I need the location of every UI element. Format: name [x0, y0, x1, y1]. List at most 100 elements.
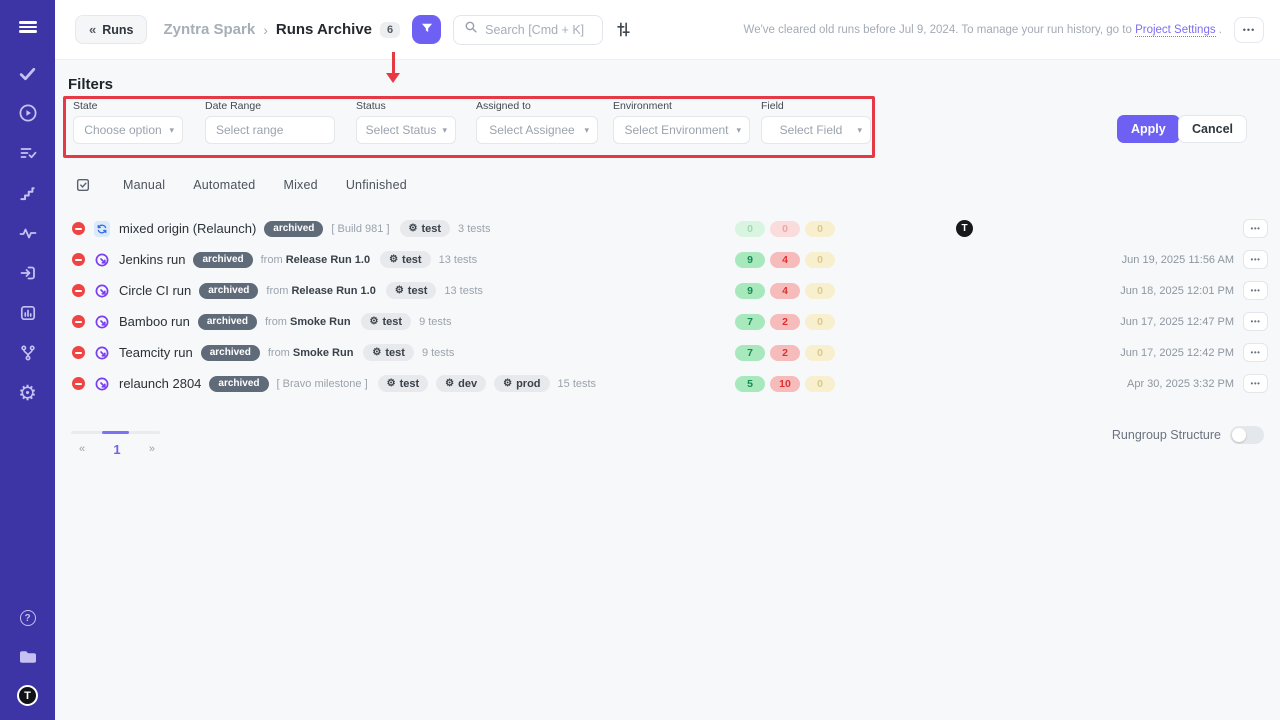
- run-meta: [ Build 981 ]: [331, 223, 389, 235]
- fail-count-pill: 10: [770, 376, 800, 392]
- analytics-chart-icon[interactable]: [17, 302, 39, 324]
- env-tag-pill[interactable]: ⚙test: [400, 220, 451, 237]
- remove-run-icon[interactable]: [72, 377, 85, 390]
- project-settings-link[interactable]: Project Settings: [1135, 24, 1216, 37]
- runs-play-icon[interactable]: [17, 102, 39, 124]
- filter-toggle-button[interactable]: [412, 15, 441, 44]
- apply-button[interactable]: Apply: [1117, 115, 1180, 143]
- view-settings-sliders-icon[interactable]: [615, 21, 632, 38]
- archived-badge: archived: [209, 376, 268, 392]
- pagination-scroll-thumb[interactable]: [102, 431, 129, 435]
- environment-select[interactable]: Select Environment ▾: [613, 116, 750, 144]
- run-row: Jenkins runarchivedfrom Release Run 1.0⚙…: [55, 244, 1280, 275]
- row-menu-button[interactable]: •••: [1243, 312, 1268, 331]
- run-name[interactable]: Bamboo run: [119, 314, 190, 329]
- env-tag-pill[interactable]: ⚙prod: [494, 375, 549, 392]
- date-range-input[interactable]: [205, 116, 335, 144]
- row-menu-button[interactable]: •••: [1243, 281, 1268, 300]
- gear-icon: ⚙: [370, 317, 379, 327]
- skip-count-pill: 0: [805, 345, 835, 361]
- search-input[interactable]: [485, 23, 592, 37]
- remove-run-icon[interactable]: [72, 253, 85, 266]
- tab-automated[interactable]: Automated: [193, 178, 255, 192]
- run-meta: [ Bravo milestone ]: [277, 378, 368, 390]
- remove-run-icon[interactable]: [72, 346, 85, 359]
- branch-icon[interactable]: [17, 342, 39, 364]
- env-tag-pill[interactable]: ⚙test: [380, 251, 431, 268]
- page-prev-button[interactable]: «: [79, 443, 85, 455]
- breadcrumb-project[interactable]: Zyntra Spark: [163, 21, 255, 38]
- milestones-steps-icon[interactable]: [17, 182, 39, 204]
- run-name[interactable]: mixed origin (Relaunch): [119, 221, 256, 236]
- test-plan-icon[interactable]: [17, 142, 39, 164]
- settings-gear-icon[interactable]: ⚙: [17, 382, 39, 404]
- gear-icon: ⚙: [395, 286, 404, 296]
- skip-count-pill: 0: [805, 252, 835, 268]
- run-row: relaunch 2804 archived [ Bravo milestone ]…: [55, 368, 1280, 399]
- tests-count: 13 tests: [444, 285, 483, 297]
- rungroup-structure-toggle[interactable]: [1230, 426, 1264, 444]
- env-tag-pill[interactable]: ⚙dev: [436, 375, 486, 392]
- filter-date-range-label: Date Range: [205, 100, 335, 112]
- tab-mixed[interactable]: Mixed: [283, 178, 317, 192]
- pagination-scroll-track[interactable]: [71, 431, 160, 434]
- fail-count-pill: 2: [770, 314, 800, 330]
- row-menu-button[interactable]: •••: [1243, 343, 1268, 362]
- remove-run-icon[interactable]: [72, 284, 85, 297]
- run-name[interactable]: Teamcity run: [119, 345, 193, 360]
- archived-badge: archived: [201, 345, 260, 361]
- filter-state-label: State: [73, 100, 183, 112]
- tab-manual[interactable]: Manual: [123, 178, 165, 192]
- remove-run-icon[interactable]: [72, 222, 85, 235]
- automated-run-icon: [94, 283, 110, 299]
- run-from: from Release Run 1.0: [261, 254, 370, 266]
- pulse-activity-icon[interactable]: [17, 222, 39, 244]
- cancel-button[interactable]: Cancel: [1178, 115, 1247, 143]
- tests-count: 3 tests: [458, 223, 490, 235]
- field-select[interactable]: Select Field ▾: [761, 116, 871, 144]
- status-select[interactable]: Select Status ▾: [356, 116, 456, 144]
- env-tag-pill[interactable]: ⚙test: [361, 313, 412, 330]
- assignee-select[interactable]: Select Assignee ▾: [476, 116, 598, 144]
- run-date: Jun 17, 2025 12:42 PM: [1120, 347, 1234, 359]
- row-menu-button[interactable]: •••: [1243, 219, 1268, 238]
- run-name[interactable]: Circle CI run: [119, 283, 191, 298]
- annotation-red-box: [63, 96, 875, 158]
- projects-folder-icon[interactable]: [17, 646, 39, 668]
- env-tag-pill[interactable]: ⚙test: [363, 344, 414, 361]
- select-all-checkbox-icon[interactable]: [75, 177, 91, 193]
- run-name[interactable]: Jenkins run: [119, 252, 185, 267]
- search-box[interactable]: [453, 15, 603, 45]
- env-tag-label: dev: [458, 378, 477, 390]
- run-type-tabs: Manual Automated Mixed Unfinished: [75, 177, 407, 193]
- tests-count: 13 tests: [439, 254, 478, 266]
- tests-check-icon[interactable]: [17, 62, 39, 84]
- back-to-runs-button[interactable]: « Runs: [75, 15, 147, 44]
- run-date: Apr 30, 2025 3:32 PM: [1127, 378, 1234, 390]
- automated-run-icon: [94, 314, 110, 330]
- remove-run-icon[interactable]: [72, 315, 85, 328]
- account-logo[interactable]: T: [17, 685, 38, 706]
- annotation-red-arrow: [386, 52, 400, 84]
- header-menu-button[interactable]: •••: [1234, 17, 1264, 43]
- run-date: Jun 18, 2025 12:01 PM: [1120, 285, 1234, 297]
- import-icon[interactable]: [17, 262, 39, 284]
- page-number-1[interactable]: 1: [113, 442, 120, 457]
- filter-assigned-to-label: Assigned to: [476, 100, 598, 112]
- status-select-value: Select Status: [366, 123, 437, 137]
- run-name[interactable]: relaunch 2804: [119, 376, 201, 391]
- env-tag-label: test: [421, 223, 441, 235]
- gear-icon: ⚙: [387, 379, 396, 389]
- run-row: Teamcity runarchivedfrom Smoke Run⚙test9…: [55, 337, 1280, 368]
- tab-unfinished[interactable]: Unfinished: [346, 178, 407, 192]
- env-tag-pill[interactable]: ⚙test: [378, 375, 429, 392]
- menu-icon[interactable]: [17, 16, 39, 38]
- row-menu-button[interactable]: •••: [1243, 374, 1268, 393]
- notice-text: We've cleared old runs before Jul 9, 202…: [744, 24, 1136, 36]
- state-select[interactable]: Choose option ▾: [73, 116, 183, 144]
- row-menu-button[interactable]: •••: [1243, 250, 1268, 269]
- page-next-button[interactable]: »: [149, 443, 155, 455]
- env-tag-pill[interactable]: ⚙test: [386, 282, 437, 299]
- notice-period: .: [1216, 24, 1222, 36]
- help-icon[interactable]: ?: [17, 607, 39, 629]
